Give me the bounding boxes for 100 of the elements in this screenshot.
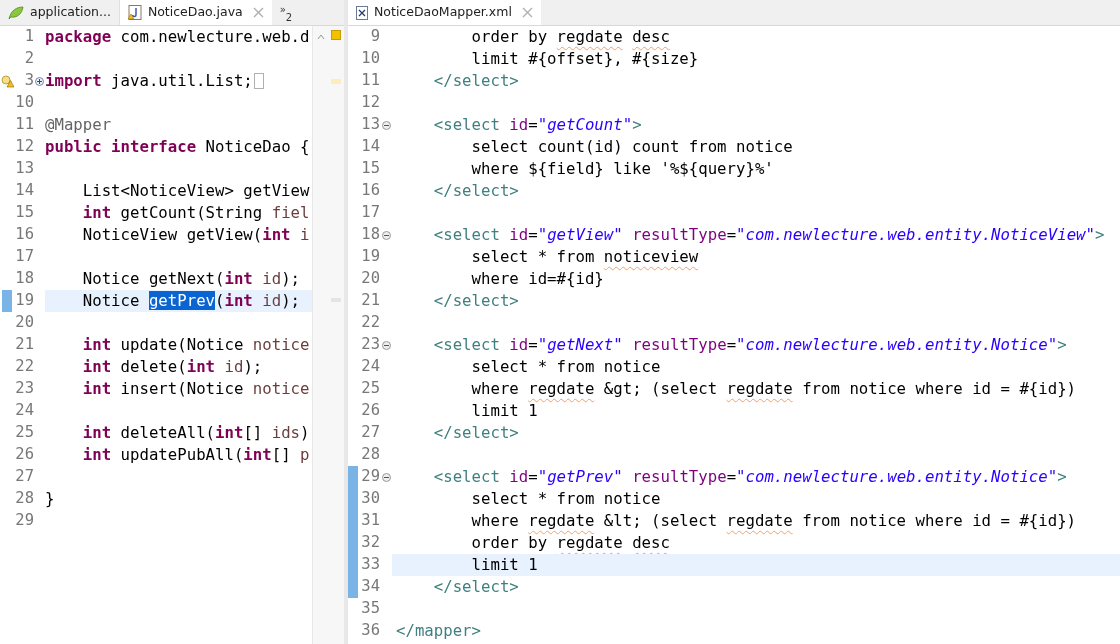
code-line: limit #{offset}, #{size} xyxy=(470,48,699,70)
line-number: 25 xyxy=(14,422,34,444)
line-number: 11 xyxy=(360,70,380,92)
code-line: <select id="getPrev" resultType="com.newlecture.web.entity.Notice"> xyxy=(432,466,1067,488)
line-number: 14 xyxy=(14,180,34,202)
line-number: 15 xyxy=(14,202,34,224)
line-number: 25 xyxy=(360,378,380,400)
code-line: <select id="getNext" resultType="com.newlecture.web.entity.Notice"> xyxy=(432,334,1067,356)
code-line: <select id="getCount"> xyxy=(432,114,642,136)
line-number: 23 xyxy=(14,378,34,400)
code-line: order by regdate desc xyxy=(470,26,670,48)
line-number: 36 xyxy=(360,620,380,642)
code-line: order by regdate desc xyxy=(470,532,670,554)
line-number: 14 xyxy=(360,136,380,158)
scroll-up-icon[interactable] xyxy=(317,34,325,40)
code-line: int insert(Notice notice xyxy=(81,378,310,400)
code-line: where ${field} like '%${query}%' xyxy=(470,158,774,180)
code-line: select count(id) count from notice xyxy=(470,136,793,158)
line-number: 33 xyxy=(360,554,380,576)
line-number: 17 xyxy=(360,202,380,224)
line-number: 20 xyxy=(360,268,380,290)
close-icon[interactable] xyxy=(252,7,264,18)
line-number: 24 xyxy=(360,356,380,378)
line-number: 32 xyxy=(360,532,380,554)
line-number: 9 xyxy=(369,26,380,48)
code-line: } xyxy=(45,488,55,510)
code-line: </select> xyxy=(432,70,519,92)
line-number: 29 xyxy=(360,466,380,488)
code-line: </select> xyxy=(432,422,519,444)
line-number: 12 xyxy=(360,92,380,114)
line-number: 27 xyxy=(14,466,34,488)
code-line: </mapper> xyxy=(396,620,481,642)
line-number: 20 xyxy=(14,312,34,334)
line-number: 19 xyxy=(14,290,34,312)
line-number: 17 xyxy=(14,246,34,268)
code-line: int delete(int id); xyxy=(81,356,263,378)
line-number: 28 xyxy=(360,444,380,466)
code-line: select * from noticeview xyxy=(470,246,699,268)
xml-file-icon xyxy=(356,5,368,20)
line-number: 27 xyxy=(360,422,380,444)
code-line: public interface NoticeDao { xyxy=(45,136,310,158)
line-number: 35 xyxy=(360,598,380,620)
line-number: 22 xyxy=(14,356,34,378)
line-number: 12 xyxy=(14,136,34,158)
line-number: 10 xyxy=(14,92,34,114)
line-number: 18 xyxy=(360,224,380,246)
warning-marker[interactable] xyxy=(331,79,341,84)
code-line: limit 1 xyxy=(470,400,538,422)
code-line: int deleteAll(int[] ids) xyxy=(81,422,310,444)
collapse-icon[interactable] xyxy=(382,472,391,482)
close-icon[interactable] xyxy=(521,7,533,18)
line-number: 3 xyxy=(23,70,34,92)
code-line: select * from notice xyxy=(470,488,661,510)
code-line: Notice getNext(int id); xyxy=(81,268,301,290)
folded-code-icon[interactable] xyxy=(253,73,264,89)
code-line: <select id="getView" resultType="com.newlecture.web.entity.NoticeView"> xyxy=(432,224,1105,246)
line-number: 19 xyxy=(360,246,380,268)
editor-tab[interactable]: NoticeDaoMapper.xml xyxy=(348,0,541,25)
code-line: int getCount(String fiel xyxy=(81,202,310,224)
editor-tab[interactable]: NoticeDao.java xyxy=(119,0,272,25)
collapse-icon[interactable] xyxy=(382,340,391,350)
line-number: 11 xyxy=(14,114,34,136)
code-line: where id=#{id} xyxy=(470,268,604,290)
line-number: 13 xyxy=(14,158,34,180)
more-tabs-button[interactable]: » 2 xyxy=(271,0,301,25)
line-number: 26 xyxy=(360,400,380,422)
code-line: package com.newlecture.web.d xyxy=(45,26,310,48)
java-file-icon xyxy=(127,5,142,20)
line-number: 16 xyxy=(360,180,380,202)
line-number: 29 xyxy=(14,510,34,532)
line-number: 2 xyxy=(23,48,34,70)
line-number: 1 xyxy=(23,26,34,48)
line-number: 31 xyxy=(360,510,380,532)
code-line: where regdate &gt; (select regdate from notice where id = #{id}) xyxy=(470,378,1077,400)
code-line: Notice getPrev(int id); xyxy=(81,290,301,312)
line-number: 13 xyxy=(360,114,380,136)
line-number: 18 xyxy=(14,268,34,290)
code-line: limit 1 xyxy=(470,554,538,576)
line-number: 34 xyxy=(360,576,380,598)
collapse-icon[interactable] xyxy=(382,230,391,240)
code-line: NoticeView getView(int i xyxy=(81,224,310,246)
code-line: </select> xyxy=(432,290,519,312)
line-number: 10 xyxy=(360,48,380,70)
code-line: List<NoticeView> getView xyxy=(81,180,310,202)
code-line: import java.util.List; xyxy=(45,70,253,92)
expand-icon[interactable] xyxy=(35,76,44,86)
line-number: 23 xyxy=(360,334,380,356)
code-line: int updatePubAll(int[] p xyxy=(81,444,310,466)
code-line: select * from notice xyxy=(470,356,661,378)
line-number: 22 xyxy=(360,312,380,334)
collapse-icon[interactable] xyxy=(382,120,391,130)
code-line: where regdate &lt; (select regdate from notice where id = #{id}) xyxy=(470,510,1077,532)
line-number: 26 xyxy=(14,444,34,466)
line-number: 24 xyxy=(14,400,34,422)
line-number: 30 xyxy=(360,488,380,510)
code-line: </select> xyxy=(432,576,519,598)
warning-marker[interactable] xyxy=(331,30,341,40)
line-number: 15 xyxy=(360,158,380,180)
code-line: </select> xyxy=(432,180,519,202)
line-number: 21 xyxy=(360,290,380,312)
